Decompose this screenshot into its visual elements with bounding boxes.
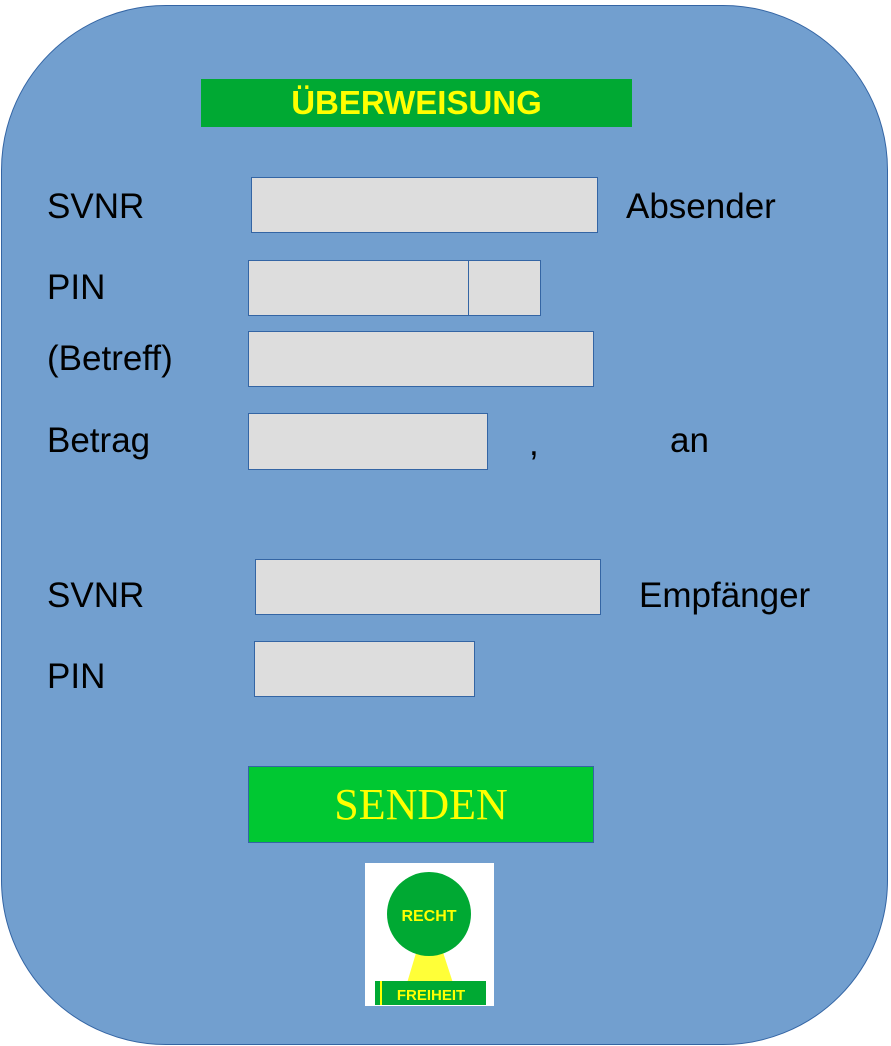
recipient-svnr-label: SVNR — [47, 576, 145, 615]
sender-pin-label: PIN — [47, 268, 106, 307]
recipient-role-label: Empfänger — [639, 576, 811, 615]
recipient-svnr-input[interactable] — [255, 559, 601, 615]
send-button[interactable]: SENDEN — [248, 766, 594, 843]
sender-pin-extra-input[interactable] — [468, 260, 541, 316]
decimal-separator: , — [529, 424, 539, 463]
recipient-pin-label: PIN — [47, 657, 106, 696]
page-title: ÜBERWEISUNG — [201, 79, 632, 127]
recht-freiheit-logo: RECHT FREIHEIT — [365, 863, 494, 1006]
sender-pin-input[interactable] — [248, 260, 469, 316]
logo-bottom-text: FREIHEIT — [397, 987, 465, 1004]
subject-input[interactable] — [248, 331, 594, 387]
subject-label: (Betreff) — [47, 339, 173, 378]
sender-svnr-input[interactable] — [251, 177, 598, 233]
logo-top-text: RECHT — [401, 908, 456, 925]
sender-role-label: Absender — [626, 187, 776, 226]
to-label: an — [670, 421, 709, 460]
amount-label: Betrag — [47, 421, 151, 460]
sender-svnr-label: SVNR — [47, 187, 145, 226]
recipient-pin-input[interactable] — [254, 641, 475, 697]
amount-input[interactable] — [248, 413, 488, 470]
